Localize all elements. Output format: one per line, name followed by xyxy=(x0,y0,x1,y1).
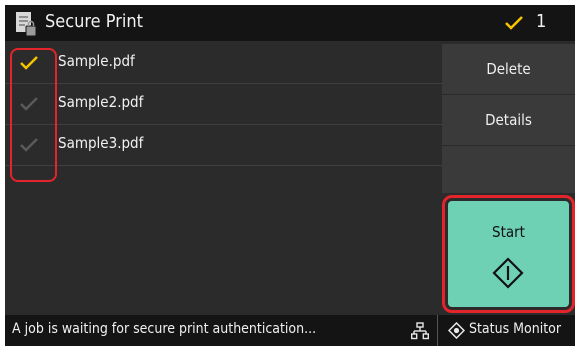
status-message: A job is waiting for secure print authen… xyxy=(12,321,317,337)
header-bar: Secure Print 1 xyxy=(5,5,575,41)
checkmark-icon xyxy=(505,16,523,30)
status-monitor-icon xyxy=(448,322,465,339)
status-monitor-label: Status Monitor xyxy=(469,321,562,337)
file-name: Sample3.pdf xyxy=(58,134,144,152)
checkbox-highlight xyxy=(10,48,57,182)
file-name: Sample.pdf xyxy=(58,52,135,70)
file-row[interactable]: Sample3.pdf xyxy=(5,125,442,166)
start-diamond-icon xyxy=(492,257,524,289)
page-title: Secure Print xyxy=(45,11,143,32)
delete-button-label: Delete xyxy=(486,60,531,78)
status-monitor-button[interactable]: Status Monitor xyxy=(438,315,575,346)
delete-button[interactable]: Delete xyxy=(442,43,575,94)
start-button[interactable]: Start xyxy=(448,201,569,307)
secure-print-screen: Secure Print 1 Sample.pdf Sample2.pdf Samp… xyxy=(5,5,575,346)
network-icon xyxy=(411,322,429,340)
details-button-label: Details xyxy=(485,111,532,129)
file-row[interactable]: Sample.pdf xyxy=(5,43,442,84)
details-button[interactable]: Details xyxy=(442,94,575,145)
status-bar: A job is waiting for secure print authen… xyxy=(5,315,575,346)
empty-action-slot xyxy=(442,145,575,193)
selected-count: 1 xyxy=(536,11,547,32)
secure-document-icon xyxy=(16,12,37,37)
file-row[interactable]: Sample2.pdf xyxy=(5,84,442,125)
file-name: Sample2.pdf xyxy=(58,93,144,111)
start-button-label: Start xyxy=(492,223,525,241)
